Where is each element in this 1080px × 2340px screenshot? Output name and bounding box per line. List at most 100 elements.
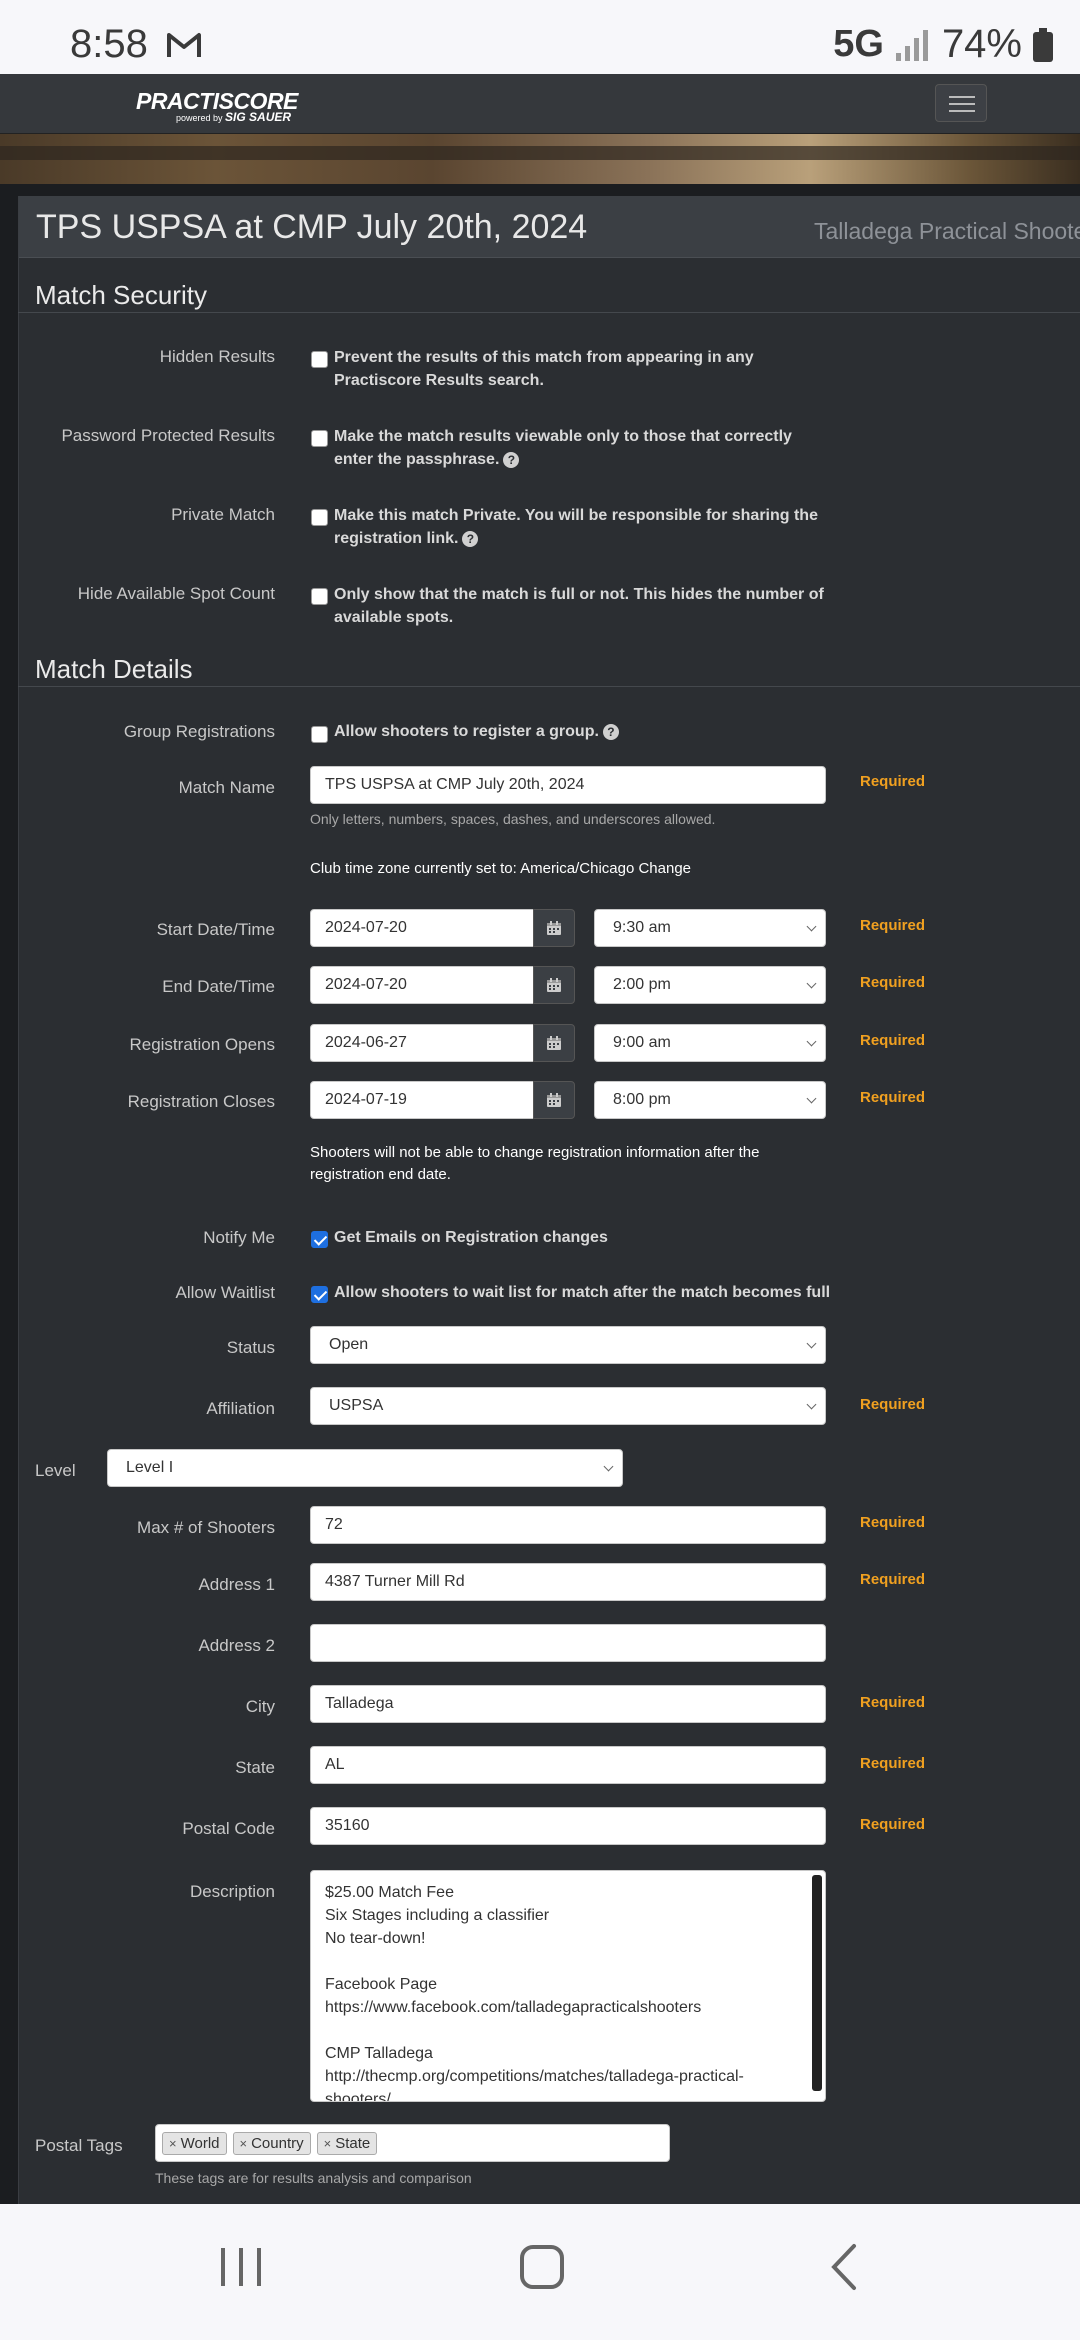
- status-bar: 8:58 5G 74%: [0, 0, 1080, 74]
- state-input[interactable]: AL: [310, 1746, 826, 1784]
- remove-tag-icon[interactable]: ×: [169, 2136, 177, 2151]
- remove-tag-icon[interactable]: ×: [240, 2136, 248, 2151]
- affiliation-select[interactable]: USPSA: [310, 1387, 826, 1425]
- signal-icon: [895, 29, 928, 61]
- allow-waitlist-checkbox[interactable]: [311, 1286, 328, 1303]
- chevron-down-icon: [603, 1461, 614, 1472]
- divider: [18, 312, 1080, 313]
- section-heading-security: Match Security: [35, 280, 207, 310]
- start-date-input[interactable]: 2024-07-20: [310, 909, 534, 947]
- end-date-label: End Date/Time: [162, 977, 275, 996]
- registration-closes-time-select[interactable]: 8:00 pm: [594, 1081, 826, 1119]
- postal-tags-input[interactable]: × World × Country × State: [155, 2124, 670, 2162]
- calendar-icon[interactable]: [533, 909, 575, 947]
- chevron-down-icon: [806, 1399, 817, 1410]
- required-badge: Required: [860, 1514, 926, 1531]
- private-match-checkbox[interactable]: [311, 509, 328, 526]
- hide-spot-count-text: Only show that the match is full or not.…: [334, 586, 824, 626]
- chevron-down-icon: [806, 1036, 817, 1047]
- group-registrations-checkbox[interactable]: [311, 726, 328, 743]
- max-shooters-label: Max # of Shooters: [137, 1518, 275, 1537]
- gmail-icon: [167, 33, 201, 57]
- hide-spot-count-label: Hide Available Spot Count: [77, 584, 275, 603]
- postal-tags-label: Postal Tags: [35, 2136, 123, 2155]
- start-time-select[interactable]: 9:30 am: [594, 909, 826, 947]
- group-registrations-label: Group Registrations: [123, 722, 275, 741]
- help-icon[interactable]: ?: [462, 530, 479, 547]
- start-date-label: Start Date/Time: [156, 920, 275, 939]
- calendar-icon[interactable]: [533, 966, 575, 1004]
- hide-spot-count-checkbox[interactable]: [311, 588, 328, 605]
- registration-note: Shooters will not be able to change regi…: [310, 1144, 760, 1183]
- address1-label: Address 1: [198, 1575, 275, 1594]
- hidden-results-checkbox[interactable]: [311, 351, 328, 368]
- level-select[interactable]: Level I: [107, 1449, 623, 1487]
- password-results-checkbox[interactable]: [311, 430, 328, 447]
- address2-input[interactable]: [310, 1624, 826, 1662]
- divider: [18, 686, 1080, 687]
- private-match-label: Private Match: [171, 505, 275, 524]
- tag-chip[interactable]: × Country: [232, 2131, 311, 2155]
- end-time-select[interactable]: 2:00 pm: [594, 966, 826, 1004]
- postal-tags-hint: These tags are for results analysis and …: [155, 2170, 472, 2186]
- network-label: 5G: [833, 23, 884, 65]
- clock: 8:58: [70, 22, 148, 66]
- hidden-results-text: Prevent the results of this match from a…: [334, 349, 754, 389]
- battery-icon: [1033, 27, 1053, 62]
- required-badge: Required: [860, 773, 926, 790]
- recent-apps-icon[interactable]: [218, 2242, 264, 2292]
- registration-opens-input[interactable]: 2024-06-27: [310, 1024, 534, 1062]
- description-textarea[interactable]: $25.00 Match Fee Six Stages including a …: [310, 1870, 826, 2102]
- match-name-hint: Only letters, numbers, spaces, dashes, a…: [310, 811, 716, 827]
- notify-me-text: Get Emails on Registration changes: [334, 1229, 608, 1246]
- registration-closes-label: Registration Closes: [127, 1092, 275, 1111]
- home-icon[interactable]: [518, 2242, 566, 2292]
- system-navigation-bar: [0, 2204, 1080, 2340]
- registration-opens-time-select[interactable]: 9:00 am: [594, 1024, 826, 1062]
- state-label: State: [235, 1758, 275, 1777]
- tag-chip[interactable]: × World: [162, 2131, 227, 2155]
- required-badge: Required: [860, 1396, 926, 1413]
- remove-tag-icon[interactable]: ×: [324, 2136, 332, 2151]
- city-input[interactable]: Talladega: [310, 1685, 826, 1723]
- level-label: Level: [35, 1461, 76, 1480]
- top-navbar: PRACTISCORE powered by SIG SAUER: [0, 74, 1080, 134]
- tag-chip[interactable]: × State: [316, 2131, 378, 2155]
- required-badge: Required: [860, 917, 926, 934]
- city-label: City: [245, 1697, 275, 1716]
- calendar-icon[interactable]: [533, 1024, 575, 1062]
- practiscore-logo[interactable]: PRACTISCORE powered by SIG SAUER: [136, 88, 298, 126]
- help-icon[interactable]: ?: [503, 451, 520, 468]
- match-name-label: Match Name: [178, 778, 275, 797]
- private-match-text: Make this match Private. You will be res…: [334, 507, 818, 547]
- status-select[interactable]: Open: [310, 1326, 826, 1364]
- registration-opens-label: Registration Opens: [129, 1035, 275, 1054]
- end-date-input[interactable]: 2024-07-20: [310, 966, 534, 1004]
- help-icon[interactable]: ?: [602, 723, 619, 740]
- required-badge: Required: [860, 1694, 926, 1711]
- chevron-down-icon: [806, 1093, 817, 1104]
- calendar-icon[interactable]: [533, 1081, 575, 1119]
- allow-waitlist-label: Allow Waitlist: [175, 1283, 276, 1302]
- max-shooters-input[interactable]: 72: [310, 1506, 826, 1544]
- club-name: Talladega Practical Shooters: [814, 218, 1080, 244]
- address2-label: Address 2: [198, 1636, 275, 1655]
- registration-closes-input[interactable]: 2024-07-19: [310, 1081, 534, 1119]
- section-heading-details: Match Details: [35, 654, 193, 684]
- match-name-input[interactable]: TPS USPSA at CMP July 20th, 2024: [310, 766, 826, 804]
- hamburger-menu-button[interactable]: [935, 84, 987, 122]
- back-icon[interactable]: [826, 2242, 862, 2292]
- battery-percent: 74%: [941, 22, 1022, 66]
- address1-input[interactable]: 4387 Turner Mill Rd: [310, 1563, 826, 1601]
- panel-header: TPS USPSA at CMP July 20th, 2024 Tallade…: [19, 196, 1080, 258]
- password-results-label: Password Protected Results: [61, 426, 275, 445]
- group-registrations-text: Allow shooters to register a group.?: [334, 720, 834, 743]
- required-badge: Required: [860, 1571, 926, 1588]
- page-title: TPS USPSA at CMP July 20th, 2024: [36, 208, 588, 246]
- textarea-scrollbar[interactable]: [812, 1875, 822, 2091]
- description-label: Description: [189, 1882, 275, 1901]
- required-badge: Required: [860, 1816, 926, 1833]
- notify-me-checkbox[interactable]: [311, 1231, 328, 1248]
- postal-code-input[interactable]: 35160: [310, 1807, 826, 1845]
- status-label: Status: [226, 1338, 275, 1357]
